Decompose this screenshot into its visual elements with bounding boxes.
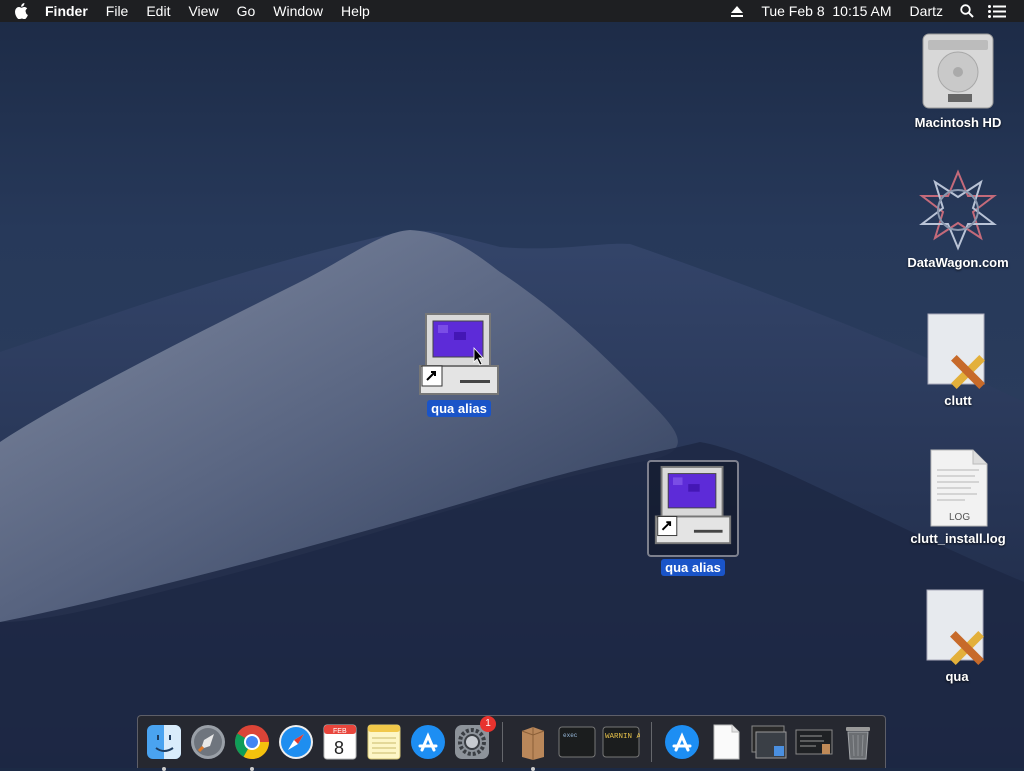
dock-chrome[interactable] xyxy=(232,722,272,771)
menu-file[interactable]: File xyxy=(97,0,138,22)
dock-document[interactable] xyxy=(706,722,746,762)
hard-drive-icon xyxy=(922,33,994,109)
dock-safari[interactable] xyxy=(276,722,316,762)
spotlight-search-icon[interactable] xyxy=(952,0,982,22)
retro-computer-alias-icon xyxy=(654,465,732,545)
downloads-stack-icon xyxy=(751,725,787,759)
desktop-icon-qua-alias-1[interactable]: qua alias xyxy=(404,312,514,417)
console-text: WARNIN AY 7:36 xyxy=(605,733,640,741)
menu-app-name[interactable]: Finder xyxy=(36,0,97,22)
archive-box-icon xyxy=(521,727,545,760)
terminal-text: exec xyxy=(563,732,578,739)
menu-help[interactable]: Help xyxy=(332,0,379,22)
dock-applications-folder[interactable] xyxy=(662,722,702,762)
dock-downloads-stack[interactable] xyxy=(750,722,790,762)
desktop-icon-clutt-install-log[interactable]: LOG clutt_install.log xyxy=(902,448,1014,547)
calendar-day: 8 xyxy=(334,738,344,758)
dock-console[interactable]: WARNIN AY 7:36 xyxy=(601,722,641,762)
log-badge-text: LOG xyxy=(949,512,970,523)
dock-calendar[interactable]: FEB 8 xyxy=(320,722,360,762)
dock-launchpad[interactable] xyxy=(188,722,228,762)
dock-separator xyxy=(651,722,652,762)
finder-icon xyxy=(147,725,181,759)
menu-view[interactable]: View xyxy=(179,0,227,22)
menu-clock[interactable]: Tue Feb 8 10:15 AM xyxy=(752,0,900,22)
dock-notes[interactable] xyxy=(364,722,404,762)
dock-separator xyxy=(502,722,503,762)
desktop-icon-clutt[interactable]: clutt xyxy=(902,310,1014,409)
dock-archive[interactable] xyxy=(513,722,553,771)
trash-icon xyxy=(846,727,870,760)
desktop-icon-label: clutt xyxy=(944,393,972,408)
chrome-icon xyxy=(235,725,269,759)
log-document-icon: LOG xyxy=(930,449,988,527)
retro-computer-alias-icon xyxy=(419,313,499,395)
calendar-icon: FEB 8 xyxy=(323,724,357,760)
launchpad-icon xyxy=(191,725,225,759)
menu-go[interactable]: Go xyxy=(228,0,265,22)
desktop-icon-label: qua xyxy=(945,669,969,684)
menu-bar: Finder File Edit View Go Window Help Tue… xyxy=(0,0,1024,22)
safari-icon xyxy=(279,725,313,759)
eject-icon[interactable] xyxy=(722,0,752,22)
desktop-icon-label: qua alias xyxy=(661,559,725,576)
notification-center-icon[interactable] xyxy=(982,0,1012,22)
menu-user[interactable]: Dartz xyxy=(901,0,952,22)
script-document-icon xyxy=(927,313,985,389)
desktop-icon-label: clutt_install.log xyxy=(910,531,1006,546)
selection-highlight xyxy=(647,460,739,557)
document-icon xyxy=(713,724,740,760)
dock-terminal[interactable]: exec xyxy=(557,722,597,762)
dock: FEB 8 1 exec WARNIN AY 7:36 xyxy=(137,715,886,771)
desktop-icon-qua-alias-2[interactable]: qua alias xyxy=(638,460,748,576)
dock-system-preferences[interactable]: 1 xyxy=(452,716,496,762)
script-document-icon xyxy=(926,589,984,665)
dock-finder[interactable] xyxy=(144,722,184,771)
menu-window[interactable]: Window xyxy=(264,0,332,22)
desktop-icon-label: Macintosh HD xyxy=(914,115,1002,130)
calendar-month: FEB xyxy=(333,728,347,735)
dock-trash[interactable] xyxy=(838,722,878,762)
desktop-icon-qua[interactable]: qua xyxy=(902,586,1012,685)
console-icon: WARNIN AY 7:36 xyxy=(602,726,640,758)
notes-icon xyxy=(367,724,401,760)
dock-screenshots-stack[interactable] xyxy=(794,722,834,762)
desktop-icon-datawagon[interactable]: DataWagon.com xyxy=(902,168,1014,271)
desktop-icon-label: DataWagon.com xyxy=(907,255,1009,270)
menu-edit[interactable]: Edit xyxy=(137,0,179,22)
dock-app-store[interactable] xyxy=(408,722,448,762)
apple-menu-icon[interactable] xyxy=(12,0,30,22)
desktop-icon-macintosh-hd[interactable]: Macintosh HD xyxy=(902,32,1014,131)
screenshots-stack-icon xyxy=(795,729,833,755)
network-share-icon xyxy=(919,169,997,251)
applications-folder-icon xyxy=(665,725,699,759)
notification-badge: 1 xyxy=(480,716,496,732)
desktop-icon-label: qua alias xyxy=(427,400,491,417)
terminal-icon: exec xyxy=(558,726,596,758)
app-store-icon xyxy=(411,725,445,759)
